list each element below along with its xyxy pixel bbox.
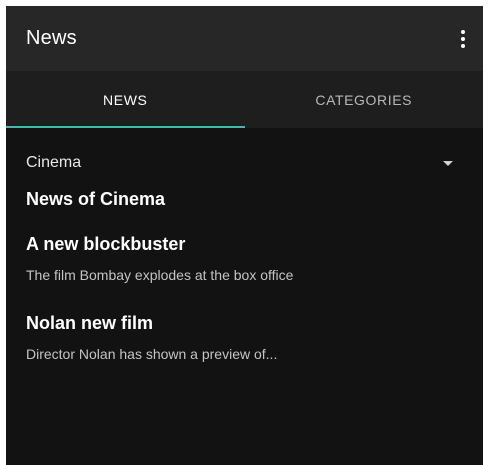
news-content: Cinema News of Cinema A new blockbuster … (6, 142, 483, 362)
news-item-title: A new blockbuster (26, 234, 186, 254)
tab-bar: NEWS CATEGORIES (6, 71, 483, 128)
section-title: News of Cinema (26, 189, 166, 209)
news-item-description: The film Bombay explodes at the box offi… (26, 267, 294, 283)
news-item-title: Nolan new film (26, 313, 154, 333)
tab-categories[interactable]: CATEGORIES (245, 71, 484, 128)
news-item-description: Director Nolan has shown a preview of... (26, 346, 278, 362)
category-dropdown[interactable]: Cinema (26, 142, 463, 184)
app-title: News (26, 27, 77, 49)
category-dropdown-value: Cinema (26, 154, 82, 171)
chevron-down-icon (443, 160, 453, 166)
news-list: A new blockbuster The film Bombay explod… (26, 234, 463, 362)
app-screen: News NEWS CATEGORIES Cinema News of Cine… (6, 6, 483, 465)
news-item[interactable]: A new blockbuster The film Bombay explod… (26, 234, 463, 283)
tab-news[interactable]: NEWS (6, 71, 245, 128)
overflow-menu-icon[interactable] (455, 27, 471, 51)
news-item[interactable]: Nolan new film Director Nolan has shown … (26, 313, 463, 362)
app-bar: News (6, 6, 483, 71)
